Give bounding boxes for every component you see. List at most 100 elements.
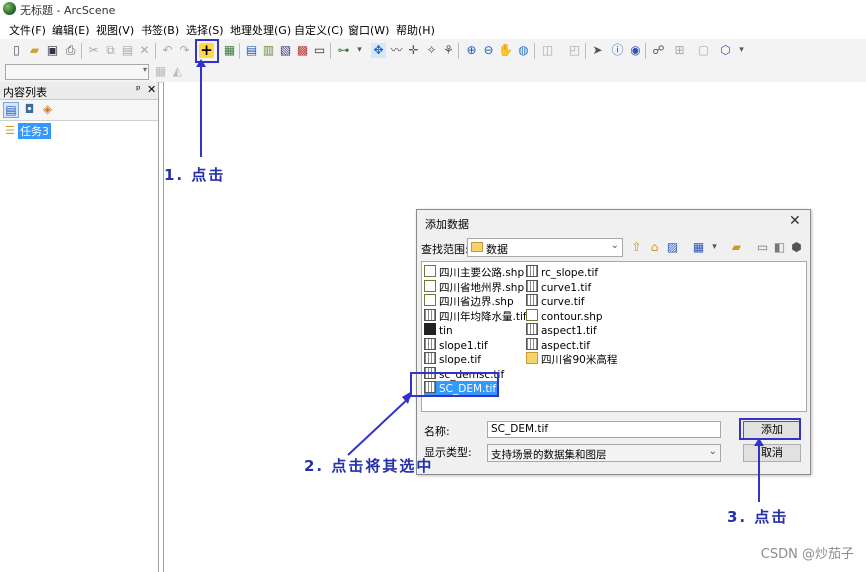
annotation-arrow-2-icon (347, 391, 412, 456)
zoom-out-icon[interactable]: ⊖ (481, 43, 496, 58)
copy-icon[interactable]: ⧉ (103, 43, 118, 58)
add-basemap-icon[interactable]: ▦ (222, 43, 237, 58)
menu-edit[interactable]: 编辑(E) (52, 22, 90, 38)
list-by-visibility-icon[interactable]: ◈ (40, 102, 55, 117)
toggle-contents-icon[interactable]: ▨ (665, 240, 680, 255)
center-target-icon[interactable]: ✛ (406, 43, 421, 58)
print-icon[interactable]: ⎙ (63, 43, 78, 58)
measure-icon[interactable]: ⊞ (672, 43, 687, 58)
window-title: 无标题 - ArcScene (20, 4, 116, 17)
animation-icon[interactable]: ▢ (696, 43, 711, 58)
view-list-icon[interactable]: ▦ (691, 240, 706, 255)
file-item[interactable]: 四川省边界.shp (424, 294, 514, 308)
delete-icon[interactable]: ✕ (137, 43, 152, 58)
layer-tool-a-icon[interactable]: ▦ (153, 64, 168, 79)
expand-fov-icon[interactable]: ◰ (567, 43, 582, 58)
model-builder-icon[interactable]: ⊶ (336, 43, 351, 58)
menu-selection[interactable]: 选择(S) (186, 22, 224, 38)
open-folder-icon[interactable]: ▰ (27, 43, 42, 58)
annotation-step1: 1. 点击 (164, 166, 226, 184)
navigate-icon[interactable]: ✥ (371, 43, 386, 58)
polygon-shapefile-icon (424, 279, 436, 292)
file-item[interactable]: 四川年均降水量.tif (424, 308, 527, 323)
raster-icon (526, 294, 538, 306)
toc-close-icon[interactable]: ✕ (147, 83, 156, 96)
select-arrow-icon[interactable]: ➤ (590, 43, 605, 58)
cancel-button[interactable]: 取消 (743, 444, 801, 462)
new-document-icon[interactable]: ▯ (9, 43, 24, 58)
file-item[interactable]: aspect.tif (526, 337, 590, 352)
raster-icon (424, 308, 436, 321)
search-window-icon[interactable]: ▧ (278, 43, 293, 58)
html-popup-icon[interactable]: ◉ (628, 43, 643, 58)
find-binoculars-icon[interactable]: ☍ (651, 43, 666, 58)
list-by-drawing-order-icon[interactable]: ▤ (3, 102, 19, 118)
toc-title: 内容列表 (3, 86, 47, 99)
zoom-in-icon[interactable]: ⊕ (464, 43, 479, 58)
catalog-options-icon[interactable]: ◧ (772, 240, 787, 255)
save-icon[interactable]: ▣ (45, 43, 60, 58)
menu-file[interactable]: 文件(F) (9, 22, 46, 38)
pin-icon[interactable]: ᵖ (136, 83, 141, 96)
set-observer-icon[interactable]: ⚘ (441, 43, 456, 58)
menu-customize[interactable]: 自定义(C) (294, 22, 343, 38)
zoom-to-target-icon[interactable]: ✧ (424, 43, 439, 58)
catalog-icon[interactable]: ▥ (261, 43, 276, 58)
show-type-dropdown[interactable]: 支持场景的数据集和图层 ⌄ (487, 444, 721, 462)
undo-icon[interactable]: ↶ (160, 43, 175, 58)
arctoolbox-icon[interactable]: ▩ (295, 43, 310, 58)
list-by-source-icon[interactable]: ◘ (22, 102, 37, 117)
menu-help[interactable]: 帮助(H) (396, 22, 435, 38)
toolbar-overflow-icon[interactable]: ▾ (734, 43, 749, 58)
file-item[interactable]: 四川主要公路.shp (424, 265, 524, 279)
layer-dropdown[interactable]: ▾ (5, 64, 149, 80)
toc-toolbar: ▤ ◘ ◈ (0, 100, 158, 121)
paste-icon[interactable]: ▤ (120, 43, 135, 58)
file-item[interactable]: curve.tif (526, 294, 585, 308)
file-item[interactable]: curve1.tif (526, 279, 591, 294)
pan-hand-icon[interactable]: ✋ (498, 43, 513, 58)
connect-folder-icon[interactable]: ▰ (729, 240, 744, 255)
full-extent-globe-icon[interactable]: ◍ (516, 43, 531, 58)
folder-icon (526, 352, 538, 364)
file-item[interactable]: aspect1.tif (526, 323, 597, 337)
file-item[interactable]: contour.shp (526, 308, 603, 323)
file-item[interactable]: rc_slope.tif (526, 265, 598, 279)
menu-bookmarks[interactable]: 书签(B) (141, 22, 179, 38)
home-icon[interactable]: ⌂ (647, 240, 662, 255)
view-dropdown-icon[interactable]: ▾ (707, 240, 722, 255)
narrow-fov-icon[interactable]: ◫ (540, 43, 555, 58)
new-folder-icon[interactable]: ▭ (755, 240, 770, 255)
file-item[interactable]: 四川省90米高程 (526, 352, 617, 366)
dialog-close-icon[interactable]: ✕ (789, 213, 801, 229)
toc-body: ☰ 任务3 (0, 121, 158, 572)
toolbar-more-icon[interactable]: ▾ (352, 43, 367, 58)
folder-icon (471, 242, 483, 252)
up-one-level-icon[interactable]: ⇧ (629, 240, 644, 255)
arccatalog-icon[interactable]: ⬢ (789, 240, 804, 255)
identify-icon[interactable]: ⓘ (610, 43, 625, 58)
cut-icon[interactable]: ✂ (86, 43, 101, 58)
menu-geoprocessing[interactable]: 地理处理(G) (230, 22, 291, 38)
title-bar: 无标题 - ArcScene (0, 0, 866, 19)
toc-window-icon[interactable]: ▤ (244, 43, 259, 58)
annotation-step2: 2. 点击将其选中 (304, 457, 434, 475)
python-window-icon[interactable]: ▭ (312, 43, 327, 58)
look-in-dropdown[interactable]: 数据 ⌄ (467, 238, 623, 257)
menu-view[interactable]: 视图(V) (96, 22, 134, 38)
3d-effects-icon[interactable]: ⬡ (718, 43, 733, 58)
layer-tool-b-icon[interactable]: ◭ (170, 64, 185, 79)
add-button-highlight (739, 418, 801, 440)
file-item[interactable]: slope.tif (424, 352, 481, 366)
file-item[interactable]: slope1.tif (424, 337, 488, 352)
file-item[interactable]: tin (424, 323, 453, 337)
fly-icon[interactable]: 〰 (389, 43, 404, 58)
layer-task3[interactable]: 任务3 (18, 123, 51, 139)
redo-icon[interactable]: ↷ (177, 43, 192, 58)
look-in-value: 数据 (486, 243, 508, 256)
name-input[interactable]: SC_DEM.tif (487, 421, 721, 438)
file-item[interactable]: 四川省地州界.shp (424, 279, 524, 294)
raster-icon (424, 337, 436, 350)
look-in-label: 查找范围: (421, 243, 469, 256)
menu-window[interactable]: 窗口(W) (348, 22, 389, 38)
